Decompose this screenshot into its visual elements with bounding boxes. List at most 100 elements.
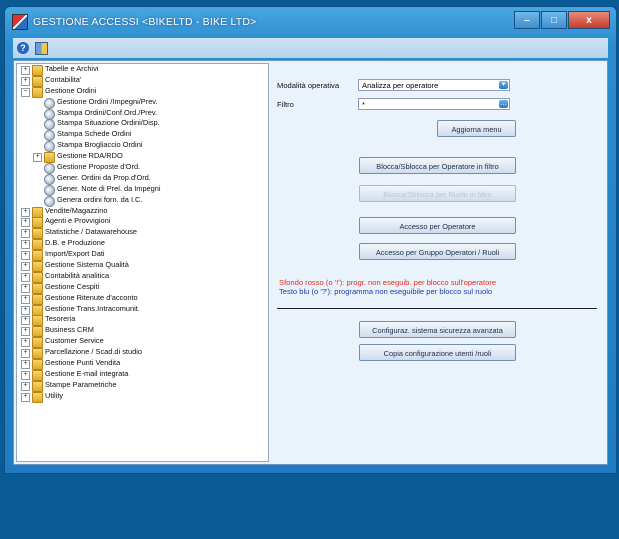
tree-item[interactable]: + Customer Service — [17, 336, 268, 349]
expand-icon[interactable]: + — [21, 218, 30, 228]
tree-item[interactable]: Stampa Schede Ordini — [17, 129, 268, 142]
expand-icon[interactable]: + — [21, 305, 30, 315]
expand-icon[interactable]: + — [21, 294, 30, 304]
expand-icon[interactable]: + — [21, 283, 30, 293]
tree-item-label: Gestione Ordini — [45, 85, 97, 95]
mode-select[interactable]: Analizza per operatore ▾ — [358, 79, 510, 91]
tree-item[interactable]: + Import/Export Dati — [17, 249, 268, 262]
chevron-down-icon[interactable]: ▾ — [499, 81, 508, 89]
expand-icon[interactable]: + — [21, 360, 30, 370]
tree-item[interactable]: + D.B. e Produzione — [17, 238, 268, 251]
tree-item[interactable]: Genera ordini forn. da I.C. — [17, 195, 268, 207]
tree-item[interactable]: + Stampe Parametriche — [17, 380, 268, 392]
tree-item[interactable]: + Statistiche / Datawarehouse — [17, 227, 268, 240]
tree-item[interactable]: Stampa Ordini/Conf.Ord./Prev. — [17, 108, 268, 120]
tree-item-label: Tesoreria — [45, 314, 76, 324]
tree-item[interactable]: − Gestione Ordini — [17, 85, 268, 98]
minimize-button[interactable]: – — [514, 11, 540, 29]
tree-item-label: Import/Export Dati — [45, 249, 105, 259]
tree-item[interactable]: Gener. Ordini da Prop.d'Ord. — [17, 172, 268, 185]
ellipsis-icon[interactable]: … — [499, 100, 508, 108]
tree-item[interactable]: + Tabelle e Archivi — [17, 64, 268, 76]
expand-icon[interactable]: + — [21, 251, 30, 261]
expand-icon[interactable]: + — [33, 153, 42, 163]
copy-config-button[interactable]: Copia configurazione utenti /ruoli — [359, 344, 516, 361]
expand-icon[interactable]: + — [21, 66, 30, 75]
tree-item[interactable]: + Parcellazione / Scad.di studio — [17, 347, 268, 360]
toolbar: ? — [13, 38, 608, 58]
tree-item[interactable]: + Gestione Sistema Qualità — [17, 260, 268, 273]
exit-icon[interactable] — [35, 41, 48, 55]
tree-item-label: Gestione RDA/RDO — [57, 151, 123, 161]
expand-icon[interactable]: + — [21, 240, 30, 250]
blue-note: Testo blu (o '?'): programma non eseguib… — [279, 287, 493, 296]
expand-icon[interactable]: + — [21, 327, 30, 337]
expand-icon[interactable]: + — [21, 370, 30, 380]
tree-item[interactable]: Stampa Situazione Ordini/Disp. — [17, 118, 268, 131]
access-group-button[interactable]: Accesso per Gruppo Operatori / Ruoli — [359, 243, 516, 260]
folder-icon — [32, 391, 43, 403]
tree-item[interactable]: + Vendite/Magazzino — [17, 206, 268, 218]
tree-item-label: D.B. e Produzione — [45, 238, 105, 248]
tree-item[interactable]: Gestione Ordini /Impegni/Prev. — [17, 96, 268, 109]
tree-item-label: Stampa Schede Ordini — [57, 129, 132, 139]
tree-item[interactable]: + Tesoreria — [17, 314, 268, 327]
tree-item-label: Gestione Trans.Intracomunit. — [45, 303, 140, 313]
access-operator-button[interactable]: Accesso per Operatore — [359, 217, 516, 234]
expand-icon[interactable]: + — [21, 207, 30, 217]
collapse-icon[interactable]: − — [21, 87, 30, 97]
divider — [277, 308, 597, 309]
expand-icon[interactable]: + — [21, 272, 30, 282]
menu-tree[interactable]: + Tabelle e Archivi + Contabilita' − Gestione… — [16, 63, 269, 462]
filter-input[interactable]: * … — [358, 98, 510, 110]
expand-icon[interactable]: + — [21, 392, 30, 402]
filter-value: * — [362, 100, 365, 109]
tree-item[interactable]: + Business CRM — [17, 325, 268, 338]
tree-item[interactable]: + Contabilita' — [17, 74, 268, 87]
mode-label: Modalità operativa — [277, 81, 340, 90]
window-title: GESTIONE ACCESSI <BIKELTD - BIKE LTD> — [33, 16, 257, 28]
tree-item[interactable]: + Gestione Ritenute d'acconto — [17, 292, 268, 305]
block-operator-button[interactable]: Blocca/Sblocca per Operatore in filtro — [359, 157, 516, 174]
tree-item[interactable]: + Gestione E-mail integrata — [17, 368, 268, 381]
title-bar[interactable]: GESTIONE ACCESSI <BIKELTD - BIKE LTD> – … — [5, 7, 616, 37]
tree-item[interactable]: Stampa Brogliaccio Ordini — [17, 140, 268, 153]
tree-item-label: Parcellazione / Scad.di studio — [45, 347, 142, 357]
expand-icon[interactable]: + — [21, 229, 30, 239]
filter-label: Filtro — [277, 100, 294, 109]
help-icon[interactable]: ? — [17, 42, 29, 54]
tree-item-label: Gestione Ritenute d'acconto — [45, 292, 138, 302]
expand-icon[interactable]: + — [21, 349, 30, 359]
tree-item-label: Contabilita' — [45, 74, 82, 84]
tree-item-label: Gener. Note di Prel. da Impegni — [57, 183, 161, 193]
expand-icon[interactable]: + — [21, 262, 30, 272]
tree-item-label: Gestione Ordini /Impegni/Prev. — [57, 96, 158, 106]
block-role-button[interactable]: Blocca/Sblocca per Ruolo in filtro — [359, 185, 516, 202]
maximize-button[interactable]: □ — [541, 11, 567, 29]
tree-item[interactable]: + Agenti e Provvigioni — [17, 216, 268, 229]
tree-item[interactable]: + Contabilità analitica — [17, 270, 268, 283]
tree-item[interactable]: + Gestione Trans.Intracomunit. — [17, 303, 268, 316]
tree-item-label: Statistiche / Datawarehouse — [45, 227, 138, 237]
app-icon — [12, 14, 28, 30]
config-security-button[interactable]: Configuraz. sistema sicurezza avanzata — [359, 321, 516, 338]
red-note: Sfondo rosso (o '!'): progr. non eseguib… — [279, 278, 497, 287]
expand-icon[interactable]: + — [21, 76, 30, 86]
tree-item-label: Gener. Ordini da Prop.d'Ord. — [57, 172, 151, 182]
tree-item[interactable]: + Utility — [17, 391, 268, 403]
tree-item-label: Stampa Situazione Ordini/Disp. — [57, 118, 160, 128]
close-button[interactable]: x — [568, 11, 610, 29]
expand-icon[interactable]: + — [21, 316, 30, 326]
tree-item[interactable]: Gener. Note di Prel. da Impegni — [17, 183, 268, 196]
tree-item[interactable]: + Gestione Cespiti — [17, 282, 268, 294]
app-window: GESTIONE ACCESSI <BIKELTD - BIKE LTD> – … — [4, 6, 617, 474]
tree-item[interactable]: Gestione Proposte d'Ord. — [17, 162, 268, 175]
refresh-menu-button[interactable]: Aggiorna menu — [437, 120, 516, 137]
tree-item[interactable]: + Gestione RDA/RDO — [17, 151, 268, 164]
tree-item-label: Contabilità analitica — [45, 270, 110, 280]
expand-icon[interactable]: + — [21, 381, 30, 391]
tree-item-label: Business CRM — [45, 325, 94, 335]
tree-item-label: Gestione E-mail integrata — [45, 368, 129, 378]
tree-item[interactable]: + Gestione Punti Vendita — [17, 358, 268, 371]
expand-icon[interactable]: + — [21, 338, 30, 348]
